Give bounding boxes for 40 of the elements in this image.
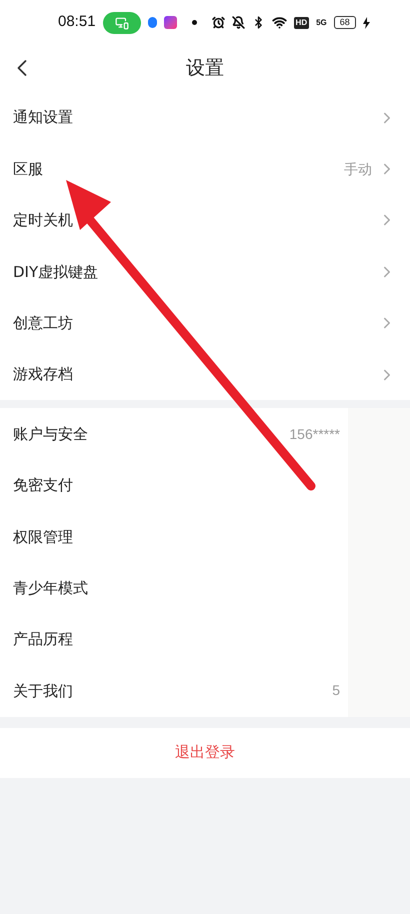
item-label: 产品历程 <box>13 629 74 650</box>
logout-button[interactable]: 退出登录 <box>0 728 410 778</box>
settings-item[interactable]: 定时关机 <box>0 194 410 246</box>
settings-item[interactable]: 产品历程 <box>0 614 348 666</box>
item-label: 关于我们 <box>13 680 74 702</box>
page-title: 设置 <box>186 56 224 82</box>
settings-item[interactable]: 创意工坊 <box>0 298 410 349</box>
item-value: 手动 <box>344 160 372 179</box>
item-value: 156***** <box>289 424 340 444</box>
app-icon <box>148 17 157 28</box>
settings-item[interactable]: DIY虚拟键盘 <box>0 246 410 298</box>
settings-item[interactable]: 通知设置 <box>0 92 410 144</box>
settings-item[interactable]: 青少年模式 <box>0 562 348 614</box>
network-label: 5G <box>316 18 327 26</box>
item-value: 5 <box>332 681 340 700</box>
item-label: DIY虚拟键盘 <box>13 262 100 283</box>
video-app-icon <box>164 16 177 29</box>
item-label: 区服 <box>13 158 44 180</box>
battery-indicator: 68 <box>334 16 356 29</box>
item-label: 免密支付 <box>13 475 74 496</box>
charging-icon <box>362 16 370 28</box>
settings-item[interactable]: 账户与安全 156***** <box>0 408 348 460</box>
settings-item[interactable]: 免密支付 <box>0 460 348 512</box>
item-label: 通知设置 <box>13 107 74 128</box>
wifi-icon <box>272 15 287 30</box>
settings-item[interactable]: 游戏存档 <box>0 348 410 400</box>
alarm-icon <box>212 16 225 29</box>
settings-item[interactable]: 关于我们 5 <box>0 665 348 717</box>
item-label: 青少年模式 <box>13 578 89 599</box>
hd-badge: HD <box>294 16 310 28</box>
item-label: 账户与安全 <box>13 424 89 445</box>
settings-item[interactable]: 权限管理 <box>0 511 348 563</box>
mute-icon <box>232 16 245 29</box>
status-time: 08:51 <box>58 12 96 32</box>
item-label: 定时关机 <box>13 210 74 232</box>
item-label: 权限管理 <box>13 526 74 548</box>
item-label: 游戏存档 <box>13 364 74 386</box>
settings-item[interactable]: 区服 手动 <box>0 143 410 195</box>
item-label: 创意工坊 <box>13 313 74 334</box>
screen-cast-icon <box>102 12 141 34</box>
